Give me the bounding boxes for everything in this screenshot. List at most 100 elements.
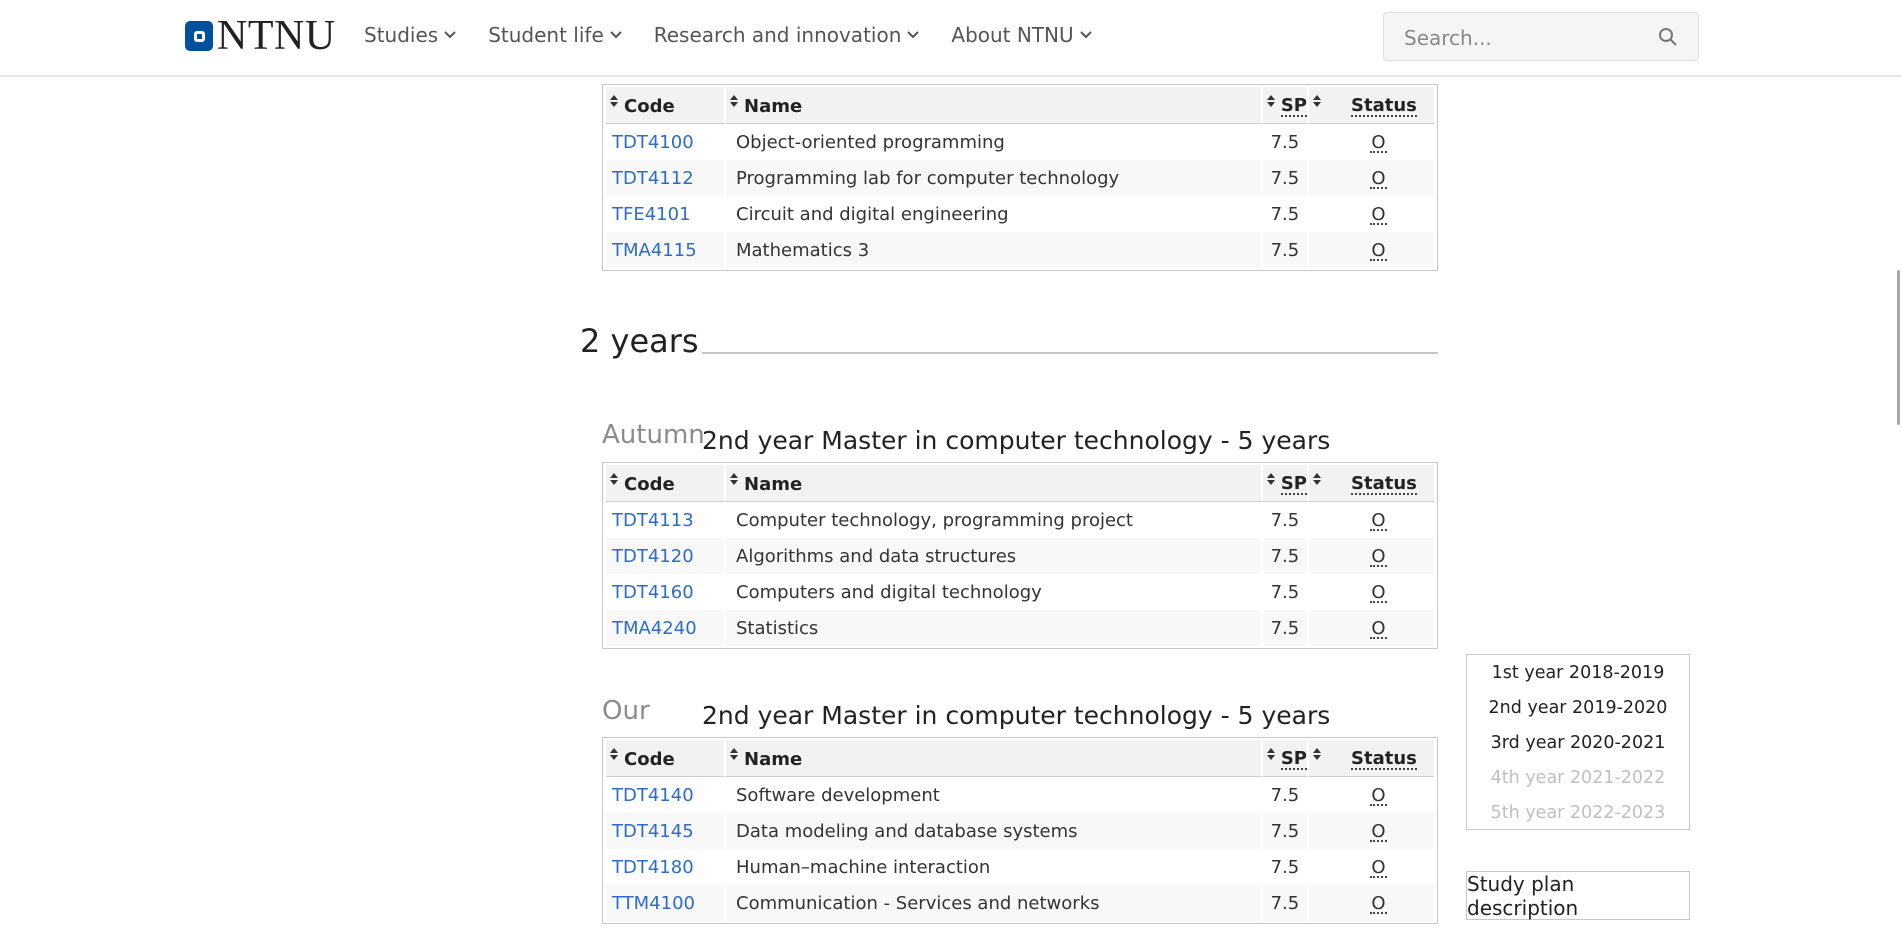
col-name[interactable]: Name (726, 87, 1263, 124)
course-table-spring: Code Name SP Status TDT4140 Software dev… (602, 737, 1438, 924)
course-name: Human–machine interaction (726, 849, 1263, 885)
scrollbar-thumb[interactable] (1897, 270, 1900, 425)
col-sp[interactable]: SP (1262, 465, 1309, 502)
course-status: O (1370, 617, 1387, 639)
course-code-link[interactable]: TMA4240 (612, 618, 697, 639)
col-sp[interactable]: SP (1262, 740, 1309, 777)
sort-icon (1313, 748, 1321, 760)
table-row: TDT4160 Computers and digital technology… (606, 574, 1434, 610)
nav-label: Studies (364, 23, 439, 47)
section-title: 2 years (580, 322, 699, 360)
sort-icon (1313, 473, 1321, 485)
nav-label: About NTNU (951, 23, 1074, 47)
course-sp: 7.5 (1263, 777, 1309, 813)
course-status: O (1370, 545, 1387, 567)
table-title-spring: 2nd year Master in computer technology -… (702, 701, 1331, 730)
scrollbar[interactable] (1885, 75, 1902, 948)
course-status: O (1370, 820, 1387, 842)
course-name: Computer technology, programming project (726, 502, 1263, 538)
course-code-link[interactable]: TDT4160 (612, 582, 694, 603)
col-name[interactable]: Name (726, 465, 1263, 502)
chevron-down-icon (907, 31, 920, 39)
search-icon[interactable] (1658, 27, 1678, 47)
nav-label: Research and innovation (653, 23, 902, 47)
col-status[interactable]: Status (1309, 465, 1434, 502)
table-row: TFE4101 Circuit and digital engineering … (606, 196, 1434, 232)
table-row: TDT4100 Object-oriented programming 7.5 … (606, 124, 1434, 160)
study-plan-description-button[interactable]: Study plan description (1466, 871, 1690, 920)
course-name: Computers and digital technology (726, 574, 1263, 610)
course-sp: 7.5 (1263, 849, 1309, 885)
sort-icon (730, 748, 738, 760)
nav-about-ntnu[interactable]: About NTNU (951, 23, 1092, 47)
site-header: NTNU Studies Student life Research and i… (0, 0, 1902, 77)
course-name: Programming lab for computer technology (726, 160, 1263, 196)
col-sp[interactable]: SP (1262, 87, 1309, 124)
sort-icon (610, 473, 618, 485)
course-status: O (1370, 784, 1387, 806)
table-row: TDT4113 Computer technology, programming… (606, 502, 1434, 538)
course-name: Data modeling and database systems (726, 813, 1263, 849)
col-status[interactable]: Status (1309, 740, 1434, 777)
sort-icon (1266, 473, 1275, 485)
year-link-5: 5th year 2022-2023 (1490, 803, 1666, 823)
course-sp: 7.5 (1263, 574, 1309, 610)
course-name: Circuit and digital engineering (726, 196, 1263, 232)
search-input[interactable] (1384, 13, 1666, 62)
course-name: Software development (726, 777, 1263, 813)
nav-studies[interactable]: Studies (364, 23, 456, 47)
table-row: TDT4140 Software development 7.5 O (606, 777, 1434, 813)
course-status: O (1370, 131, 1387, 153)
course-name: Statistics (726, 610, 1263, 646)
course-status: O (1370, 239, 1387, 261)
course-name: Mathematics 3 (726, 232, 1263, 268)
table-row: TDT4145 Data modeling and database syste… (606, 813, 1434, 849)
col-status[interactable]: Status (1309, 87, 1434, 124)
course-name: Object-oriented programming (726, 124, 1263, 160)
nav-student-life[interactable]: Student life (488, 23, 622, 47)
sort-icon (730, 473, 738, 485)
main-nav: Studies Student life Research and innova… (364, 23, 1124, 47)
year-link-3[interactable]: 3rd year 2020-2021 (1467, 731, 1689, 766)
course-sp: 7.5 (1262, 232, 1309, 268)
course-status: O (1370, 167, 1387, 189)
year-link-4: 4th year 2021-2022 (1490, 768, 1666, 788)
course-code-link[interactable]: TDT4112 (612, 168, 694, 189)
table-row: TMA4240 Statistics 7.5 O (606, 610, 1434, 646)
course-sp: 7.5 (1262, 813, 1309, 849)
semester-label-spring: Our (602, 696, 650, 726)
col-code[interactable]: Code (606, 740, 726, 777)
course-sp: 7.5 (1263, 124, 1309, 160)
course-status: O (1370, 203, 1387, 225)
section-heading: 2 years (580, 322, 699, 360)
nav-label: Student life (488, 23, 604, 47)
course-code-link[interactable]: TDT4180 (612, 857, 694, 878)
course-status: O (1370, 892, 1387, 914)
table-row: TDT4112 Programming lab for computer tec… (606, 160, 1434, 196)
year-link-2[interactable]: 2nd year 2019-2020 (1467, 696, 1689, 731)
course-code-link[interactable]: TDT4100 (612, 132, 694, 153)
table-row: TTM4100 Communication - Services and net… (606, 885, 1434, 921)
col-name[interactable]: Name (726, 740, 1263, 777)
course-code-link[interactable]: TDT4145 (612, 821, 694, 842)
chevron-down-icon (1079, 31, 1092, 39)
course-code-link[interactable]: TDT4113 (612, 510, 694, 531)
ntnu-logo[interactable]: NTNU (185, 15, 336, 57)
year-link-1[interactable]: 1st year 2018-2019 (1467, 661, 1689, 696)
chevron-down-icon (610, 31, 622, 39)
course-sp: 7.5 (1262, 885, 1309, 921)
course-table-first-year: Code Name SP Status TDT4100 Object-orien… (602, 84, 1438, 271)
course-code-link[interactable]: TDT4140 (612, 785, 694, 806)
sort-icon (610, 95, 618, 107)
course-code-link[interactable]: TDT4120 (612, 546, 694, 567)
col-code[interactable]: Code (606, 87, 726, 124)
ntnu-logo-icon (185, 21, 213, 51)
course-code-link[interactable]: TFE4101 (612, 204, 691, 225)
nav-research-innovation[interactable]: Research and innovation (654, 23, 920, 47)
course-status: O (1370, 581, 1387, 603)
table-title-autumn: 2nd year Master in computer technology -… (702, 426, 1331, 455)
course-table-autumn: Code Name SP Status TDT4113 Computer tec… (602, 462, 1438, 649)
course-code-link[interactable]: TTM4100 (612, 893, 695, 914)
course-code-link[interactable]: TMA4115 (612, 240, 697, 261)
col-code[interactable]: Code (606, 465, 726, 502)
